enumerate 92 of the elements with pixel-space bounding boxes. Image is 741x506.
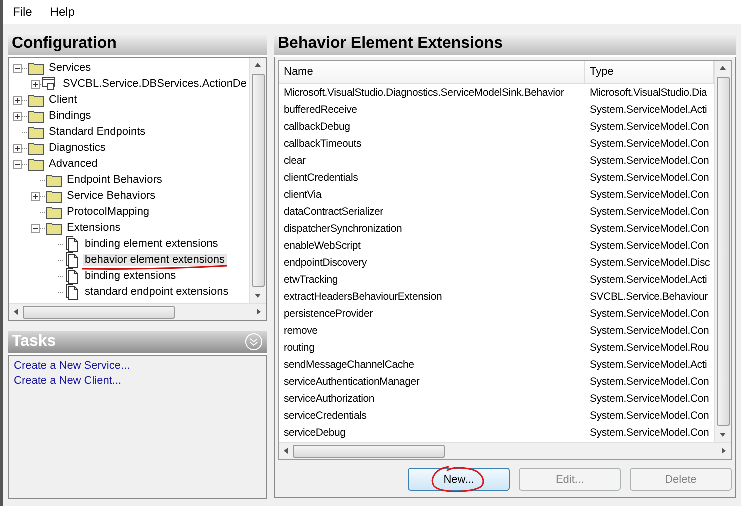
- tree-item[interactable]: Advanced: [47, 158, 100, 170]
- table-cell-text: System.ServiceModel.Rou: [589, 342, 710, 354]
- table-cell-text: Microsoft.VisualStudio.Dia: [589, 86, 708, 98]
- tree-item[interactable]: Service Behaviors: [65, 190, 158, 202]
- table-cell-text: System.ServiceModel.Con: [589, 410, 710, 422]
- folder-icon: [28, 93, 44, 107]
- horizontal-scrollbar[interactable]: [279, 442, 731, 459]
- table-cell-text: serviceAuthorization: [283, 392, 376, 404]
- folder-icon: [46, 173, 62, 187]
- table-cell-text: System.ServiceModel.Con: [589, 222, 710, 234]
- table-cell-text: System.ServiceModel.Acti: [589, 104, 708, 116]
- expand-icon[interactable]: [31, 192, 40, 200]
- table-cell-text: clientVia: [283, 188, 323, 200]
- document-icon: [64, 268, 80, 284]
- tree-item[interactable]: Bindings: [47, 110, 94, 122]
- tree-item[interactable]: Diagnostics: [47, 142, 108, 154]
- service-icon: [42, 77, 58, 91]
- table-cell-text: serviceCredentials: [283, 410, 368, 422]
- table-cell-text: System.ServiceModel.Disc: [589, 256, 712, 268]
- folder-icon: [46, 189, 62, 203]
- table-cell-text: clear: [283, 154, 307, 166]
- table-cell-text: System.ServiceModel.Con: [589, 426, 710, 438]
- task-link[interactable]: Create a New Client...: [14, 375, 261, 387]
- table-cell-text: serviceAuthenticationManager: [283, 376, 421, 388]
- folder-icon: [46, 221, 62, 235]
- expand-icon[interactable]: [31, 80, 40, 88]
- tree-item[interactable]: Client: [47, 94, 80, 106]
- menu-item[interactable]: Help: [50, 5, 76, 19]
- folder-icon: [46, 205, 62, 219]
- folder-icon: [28, 125, 44, 139]
- table-cell-text: System.ServiceModel.Con: [589, 188, 710, 200]
- collapse-icon[interactable]: [13, 64, 22, 72]
- menu-item[interactable]: File: [13, 5, 32, 19]
- document-icon: [64, 284, 80, 300]
- dialog-button[interactable]: New...: [408, 468, 510, 491]
- vertical-scrollbar[interactable]: [714, 61, 731, 442]
- tree-item[interactable]: Services: [47, 62, 94, 74]
- tree-item[interactable]: ProtocolMapping: [65, 206, 152, 218]
- table-cell-text: extractHeadersBehaviourExtension: [283, 290, 444, 302]
- folder-icon: [28, 157, 44, 171]
- table-cell-text: System.ServiceModel.Con: [589, 206, 710, 218]
- table-cell-text: System.ServiceModel.Acti: [589, 274, 708, 286]
- table-cell-text: dispatcherSynchronization: [283, 222, 404, 234]
- tree-item[interactable]: SVCBL.Service.DBServices.ActionDe: [60, 78, 249, 90]
- table-cell-text: bufferedReceive: [283, 104, 358, 116]
- horizontal-scrollbar[interactable]: [9, 303, 266, 320]
- collapse-icon[interactable]: [13, 160, 22, 168]
- table-cell-text: System.ServiceModel.Con: [589, 240, 710, 252]
- collapse-icon[interactable]: [31, 224, 40, 232]
- expand-icon[interactable]: [13, 96, 22, 104]
- tree-item[interactable]: Endpoint Behaviors: [65, 174, 164, 186]
- table-cell-text: Microsoft.VisualStudio.Diagnostics.ServiceModelSink.Behavior: [283, 86, 566, 98]
- document-icon: [64, 236, 80, 252]
- table-cell-text: enableWebScript: [283, 240, 362, 252]
- tree-item[interactable]: standard endpoint extensions: [83, 286, 231, 298]
- tree-item[interactable]: binding element extensions: [83, 238, 220, 250]
- table-cell-text: callbackTimeouts: [283, 138, 363, 150]
- panel-header: Behavior Element Extensions: [274, 33, 736, 57]
- table-cell-text: System.ServiceModel.Con: [589, 392, 710, 404]
- table-cell-text: clientCredentials: [283, 172, 360, 184]
- expand-icon[interactable]: [13, 144, 22, 152]
- table-cell-text: remove: [283, 324, 319, 336]
- tree-item[interactable]: Extensions: [65, 222, 123, 234]
- folder-icon: [28, 109, 44, 123]
- table-cell-text: System.ServiceModel.Con: [589, 138, 710, 150]
- folder-icon: [28, 61, 44, 75]
- document-icon: [64, 252, 80, 268]
- column-header[interactable]: Name: [279, 61, 585, 83]
- table-cell-text: System.ServiceModel.Con: [589, 324, 710, 336]
- table-cell-text: System.ServiceModel.Con: [589, 120, 710, 132]
- table-cell-text: etwTracking: [283, 274, 340, 286]
- table-cell-text: System.ServiceModel.Con: [589, 308, 710, 320]
- table-cell-text: serviceDebug: [283, 426, 347, 438]
- table-cell-text: callbackDebug: [283, 120, 352, 132]
- table-cell-text: sendMessageChannelCache: [283, 358, 416, 370]
- tree-item[interactable]: binding extensions: [83, 270, 178, 282]
- panel-header: Tasks: [12, 333, 56, 351]
- panel-header: Configuration: [8, 33, 267, 57]
- table-cell-text: SVCBL.Service.Behaviour: [589, 290, 709, 302]
- expand-icon[interactable]: [13, 112, 22, 120]
- table-cell-text: System.ServiceModel.Acti: [589, 358, 708, 370]
- table-cell-text: System.ServiceModel.Con: [589, 376, 710, 388]
- table-cell-text: endpointDiscovery: [283, 256, 368, 268]
- table-cell-text: System.ServiceModel.Con: [589, 154, 710, 166]
- task-link[interactable]: Create a New Service...: [14, 360, 261, 372]
- folder-icon: [28, 141, 44, 155]
- table-cell-text: routing: [283, 342, 316, 354]
- vertical-scrollbar[interactable]: [249, 58, 266, 303]
- tree-item[interactable]: Standard Endpoints: [47, 126, 148, 138]
- table-cell-text: System.ServiceModel.Con: [589, 172, 710, 184]
- table-cell-text: dataContractSerializer: [283, 206, 384, 218]
- table-cell-text: persistenceProvider: [283, 308, 374, 320]
